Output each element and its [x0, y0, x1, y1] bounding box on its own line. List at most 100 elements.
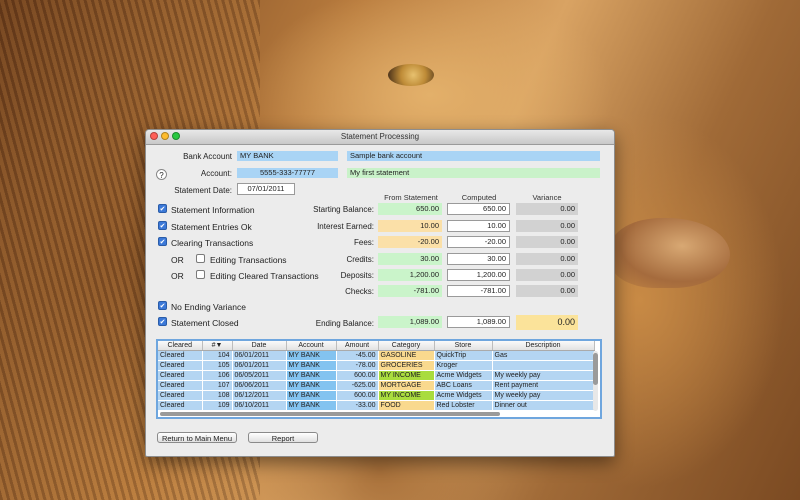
credits-computed[interactable]: 30.00	[447, 253, 510, 265]
bank-account-label: Bank Account	[183, 152, 232, 161]
cell-category: MY INCOME	[378, 390, 435, 401]
deposits-variance: 0.00	[516, 269, 578, 281]
checks-from[interactable]: -781.00	[378, 285, 442, 297]
table-row[interactable]: Cleared 109 06/10/2011 MY BANK -33.00 FO…	[158, 400, 595, 411]
table-row[interactable]: Cleared 105 06/01/2011 MY BANK -78.00 GR…	[158, 360, 595, 371]
window-title: Statement Processing	[340, 132, 420, 141]
column-header-cleared[interactable]: Cleared	[158, 341, 203, 351]
statement-date-field[interactable]: 07/01/2011	[237, 183, 295, 195]
cell-cleared: Cleared	[158, 360, 203, 371]
cell-store: Kroger	[434, 360, 493, 371]
bank-account-description[interactable]: Sample bank account	[347, 151, 600, 161]
cell-number: 109	[202, 400, 233, 411]
cell-cleared: Cleared	[158, 370, 203, 381]
clearing-transactions-checkbox[interactable]	[158, 237, 167, 246]
help-button[interactable]: ?	[156, 169, 167, 180]
statement-processing-window: Statement Processing Bank Account MY BAN…	[145, 129, 615, 457]
account-description[interactable]: My first statement	[347, 168, 600, 178]
statement-entries-ok-label: Statement Entries Ok	[171, 222, 252, 232]
interest-earned-from[interactable]: 10.00	[378, 220, 442, 232]
cell-category: GROCERIES	[378, 360, 435, 371]
statement-entries-ok-checkbox[interactable]	[158, 221, 167, 230]
column-header-date[interactable]: Date	[232, 341, 287, 351]
zoom-window-button[interactable]	[172, 132, 180, 140]
clearing-transactions-label: Clearing Transactions	[171, 238, 254, 248]
title-bar[interactable]: Statement Processing	[146, 130, 614, 145]
cell-account: MY BANK	[286, 380, 337, 391]
deposits-computed[interactable]: 1,200.00	[447, 269, 510, 281]
deposits-from[interactable]: 1,200.00	[378, 269, 442, 281]
cell-cleared: Cleared	[158, 350, 203, 361]
cell-number: 106	[202, 370, 233, 381]
no-ending-variance-checkbox[interactable]	[158, 301, 167, 310]
cell-account: MY BANK	[286, 370, 337, 381]
starting-balance-computed[interactable]: 650.00	[447, 203, 510, 215]
column-header-store[interactable]: Store	[434, 341, 493, 351]
cell-number: 104	[202, 350, 233, 361]
cell-amount: -625.00	[336, 380, 379, 391]
cell-amount: 600.00	[336, 370, 379, 381]
transactions-table[interactable]: Cleared #▼ Date Account Amount Category …	[156, 339, 602, 419]
fees-from[interactable]: -20.00	[378, 236, 442, 248]
col-computed: Computed	[461, 193, 497, 202]
statement-information-checkbox[interactable]	[158, 204, 167, 213]
column-header-account[interactable]: Account	[286, 341, 337, 351]
vertical-scroll-thumb[interactable]	[593, 353, 598, 385]
ending-balance-computed[interactable]: 1,089.00	[447, 316, 510, 328]
cell-store: ABC Loans	[434, 380, 493, 391]
cell-date: 06/06/2011	[232, 380, 287, 391]
cell-date: 06/05/2011	[232, 370, 287, 381]
cell-category: FOOD	[378, 400, 435, 411]
column-header-amount[interactable]: Amount	[336, 341, 379, 351]
horizontal-scrollbar[interactable]	[160, 412, 500, 416]
table-header-row: Cleared #▼ Date Account Amount Category …	[158, 341, 595, 351]
editing-cleared-transactions-checkbox[interactable]	[196, 270, 205, 279]
interest-earned-computed[interactable]: 10.00	[447, 220, 510, 232]
cell-description	[492, 360, 595, 371]
table-row[interactable]: Cleared 108 06/12/2011 MY BANK 600.00 MY…	[158, 390, 595, 401]
cell-cleared: Cleared	[158, 380, 203, 391]
close-window-button[interactable]	[150, 132, 158, 140]
interest-earned-label: Interest Earned:	[317, 222, 374, 231]
cell-date: 06/10/2011	[232, 400, 287, 411]
credits-from[interactable]: 30.00	[378, 253, 442, 265]
table-row[interactable]: Cleared 104 06/01/2011 MY BANK -45.00 GA…	[158, 350, 595, 361]
cell-amount: 600.00	[336, 390, 379, 401]
ending-balance-label: Ending Balance:	[315, 319, 374, 328]
ending-balance-variance: 0.00	[516, 315, 578, 330]
fees-computed[interactable]: -20.00	[447, 236, 510, 248]
cell-category: MORTGAGE	[378, 380, 435, 391]
or-label-2: OR	[171, 271, 184, 281]
cell-number: 108	[202, 390, 233, 401]
cell-store: Acme Widgets	[434, 370, 493, 381]
account-number-field[interactable]: 5555-333-77777	[237, 168, 338, 178]
table-row[interactable]: Cleared 106 06/05/2011 MY BANK 600.00 MY…	[158, 370, 595, 381]
col-from-statement: From Statement	[384, 193, 438, 202]
starting-balance-from[interactable]: 650.00	[378, 203, 442, 215]
bank-account-field[interactable]: MY BANK	[237, 151, 338, 161]
report-button[interactable]: Report	[248, 432, 318, 443]
deposits-label: Deposits:	[340, 271, 374, 280]
cell-date: 06/01/2011	[232, 350, 287, 361]
cell-number: 105	[202, 360, 233, 371]
cell-category: MY INCOME	[378, 370, 435, 381]
cell-category: GASOLINE	[378, 350, 435, 361]
ending-balance-from[interactable]: 1,089.00	[378, 316, 442, 328]
editing-transactions-checkbox[interactable]	[196, 254, 205, 263]
statement-closed-checkbox[interactable]	[158, 317, 167, 326]
column-header-category[interactable]: Category	[378, 341, 435, 351]
starting-balance-label: Starting Balance:	[313, 205, 374, 214]
statement-date-label: Statement Date:	[174, 186, 232, 195]
vertical-scrollbar[interactable]	[593, 351, 598, 411]
column-header-number[interactable]: #▼	[202, 341, 233, 351]
minimize-window-button[interactable]	[161, 132, 169, 140]
col-variance: Variance	[532, 193, 562, 202]
table-row[interactable]: Cleared 107 06/06/2011 MY BANK -625.00 M…	[158, 380, 595, 391]
column-header-description[interactable]: Description	[492, 341, 595, 351]
checks-computed[interactable]: -781.00	[447, 285, 510, 297]
return-to-main-menu-button[interactable]: Return to Main Menu	[157, 432, 237, 443]
cell-account: MY BANK	[286, 400, 337, 411]
cell-description: Gas	[492, 350, 595, 361]
starting-balance-variance: 0.00	[516, 203, 578, 215]
cell-store: Red Lobster	[434, 400, 493, 411]
